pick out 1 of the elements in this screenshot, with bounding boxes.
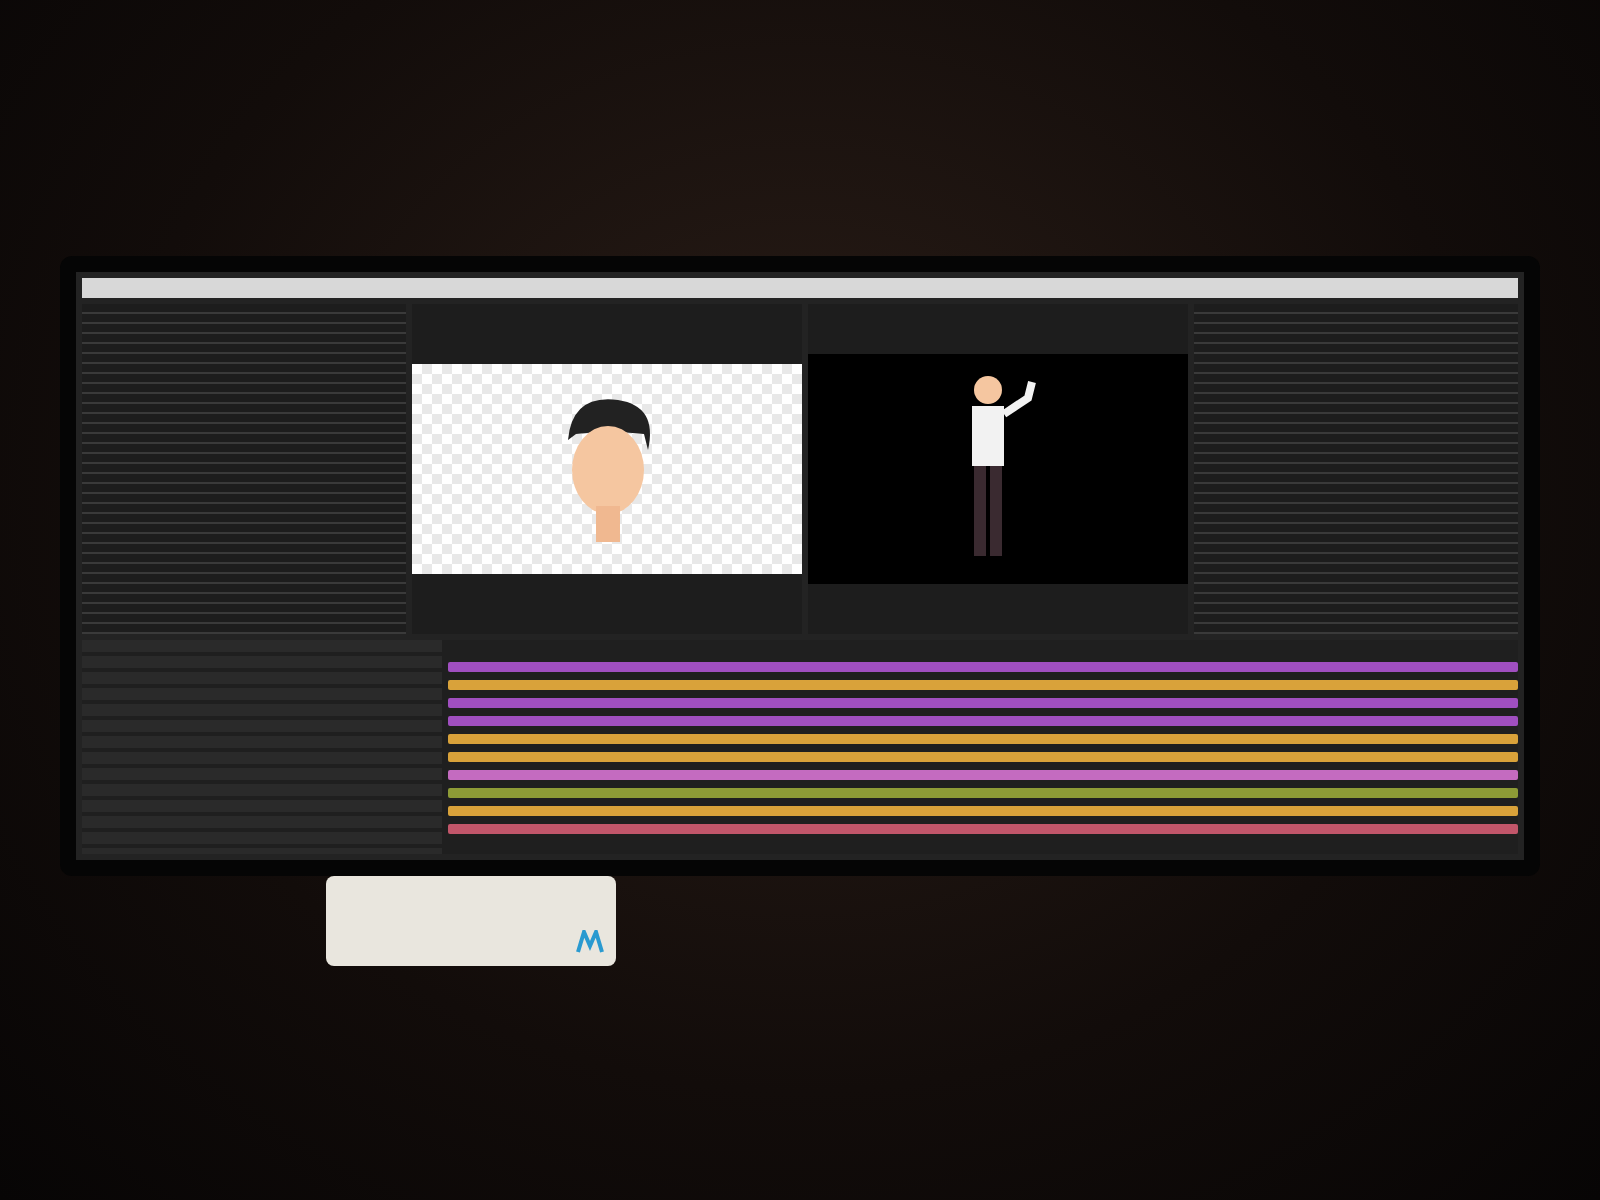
logo-icon <box>575 930 603 954</box>
